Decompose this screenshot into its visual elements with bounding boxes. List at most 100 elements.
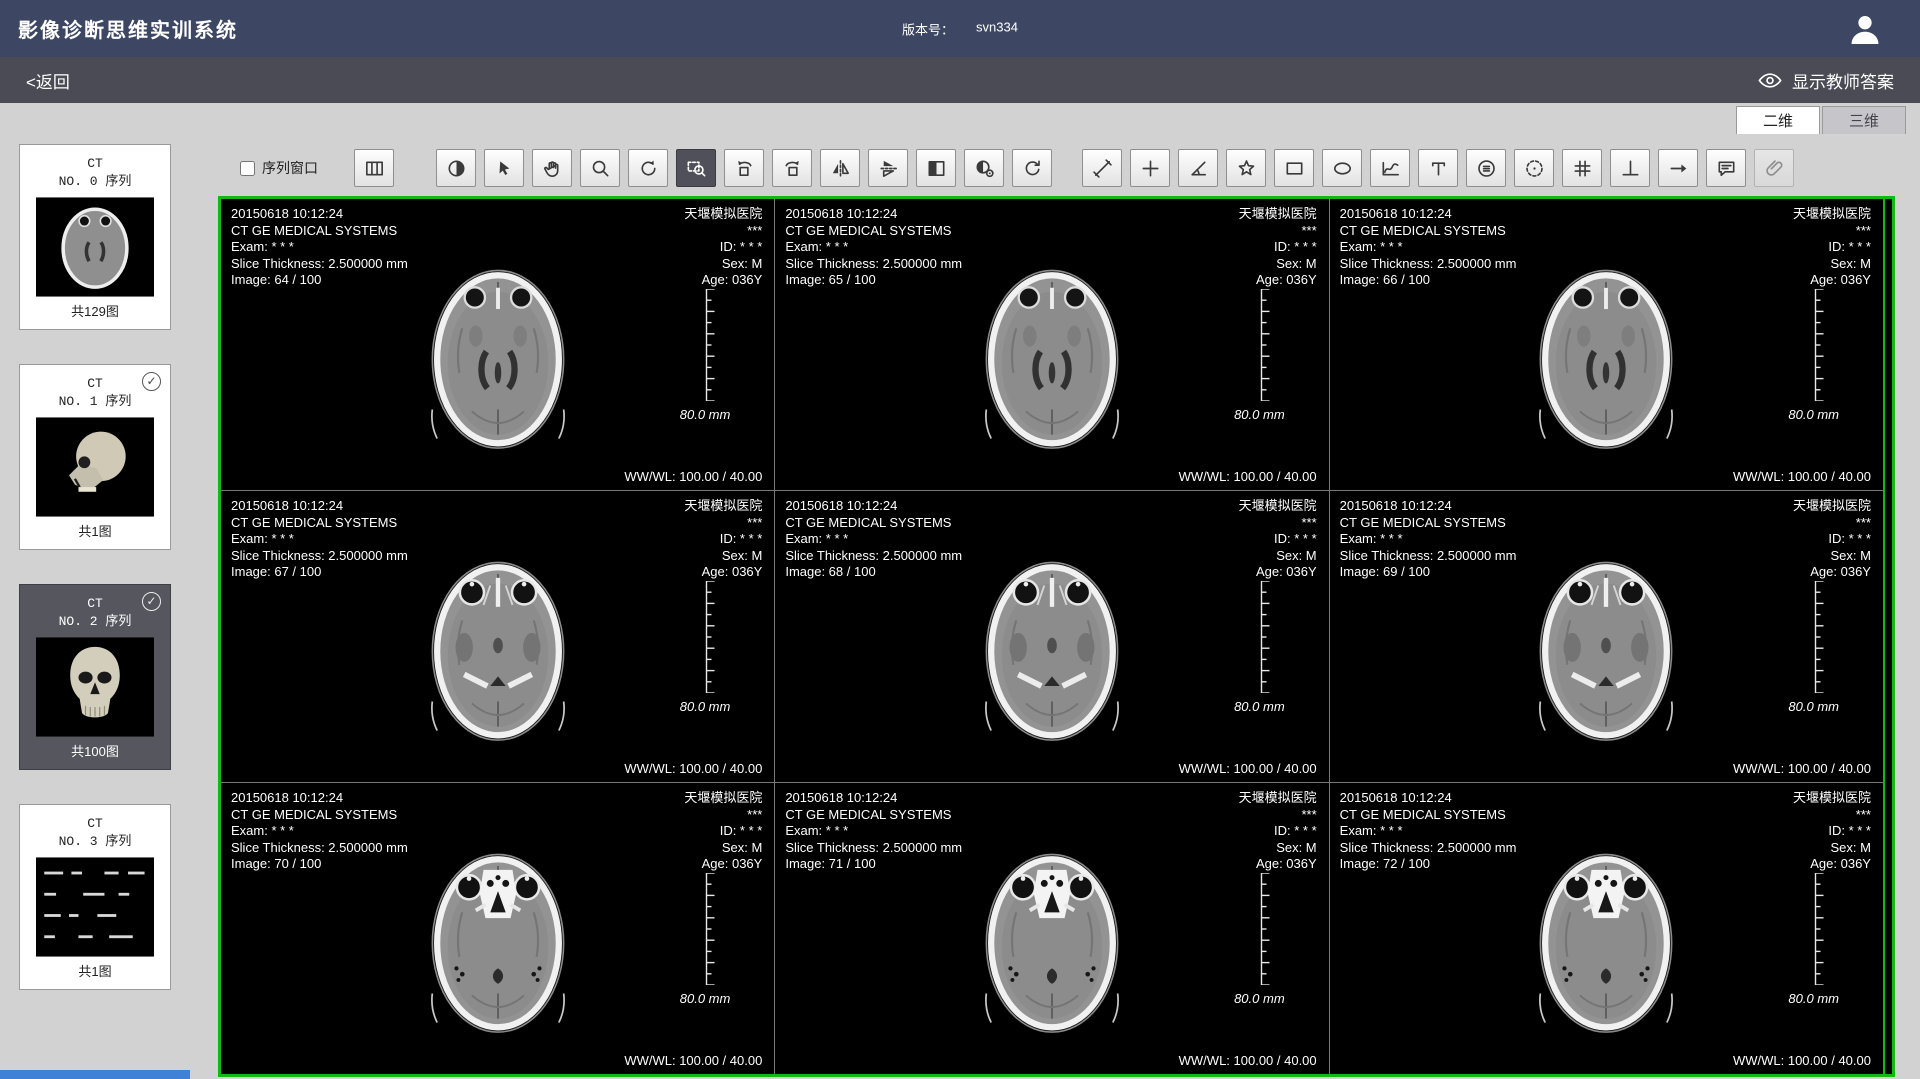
cell-manufacturer: CT GE MEDICAL SYSTEMS (1340, 515, 1517, 532)
cell-slice-thickness: Slice Thickness: 2.500000 mm (1340, 548, 1517, 565)
series-card[interactable]: ✓ CT NO. 1 序列 (19, 364, 171, 550)
tool-mark-star-button[interactable] (1226, 149, 1266, 187)
scale-label: 80.0 mm (1788, 407, 1839, 422)
tool-draw-rectangle-button[interactable] (1274, 149, 1314, 187)
series-thumbnail (36, 857, 154, 957)
ct-image (1524, 240, 1688, 467)
window-level-readout: WW/WL: 100.00 / 40.00 (624, 469, 762, 484)
draw-rectangle-icon (1283, 157, 1306, 180)
tool-perpendicular-button[interactable] (1610, 149, 1650, 187)
cell-age: Age: 036Y (684, 856, 762, 873)
tool-window-level-button[interactable] (436, 149, 476, 187)
tool-select-button[interactable] (484, 149, 524, 187)
annotation-tools-group (1082, 149, 1794, 187)
cell-datetime: 20150618 10:12:24 (785, 498, 962, 515)
tool-pan-button[interactable] (532, 149, 572, 187)
cell-slice-thickness: Slice Thickness: 2.500000 mm (785, 548, 962, 565)
cell-patient-id: ID: * * * (1793, 823, 1871, 840)
rotate-3d-icon (637, 157, 660, 180)
cell-patient-id: ID: * * * (684, 823, 762, 840)
tool-flip-horizontal-button[interactable] (820, 149, 860, 187)
series-count: 共129图 (26, 303, 164, 321)
ct-image (416, 240, 580, 467)
cell-exam: Exam: * * * (1340, 823, 1517, 840)
tab-3d[interactable]: 三维 (1822, 106, 1906, 134)
tool-window-preset-button[interactable] (964, 149, 1004, 187)
tool-rotate-90-ccw-button[interactable] (724, 149, 764, 187)
show-teacher-answer-button[interactable]: 显示教师答案 (1757, 68, 1894, 93)
cell-info-left: 20150618 10:12:24 CT GE MEDICAL SYSTEMS … (785, 498, 962, 581)
cell-image-index: Image: 72 / 100 (1340, 856, 1517, 873)
tool-grid-button[interactable] (1562, 149, 1602, 187)
back-button[interactable]: <返回 (26, 68, 70, 93)
tool-text-annotation-button[interactable] (1418, 149, 1458, 187)
viewport-cell[interactable]: 20150618 10:12:24 CT GE MEDICAL SYSTEMS … (1330, 491, 1883, 782)
sidebar-scrollbar[interactable] (0, 1070, 190, 1079)
cell-patient-id: ID: * * * (1239, 239, 1317, 256)
tab-2d[interactable]: 二维 (1736, 106, 1820, 134)
window-level-readout: WW/WL: 100.00 / 40.00 (1179, 1053, 1317, 1068)
cell-masked-name: *** (684, 807, 762, 824)
layout-grid-icon (363, 157, 386, 180)
cell-image-index: Image: 69 / 100 (1340, 564, 1517, 581)
series-card[interactable]: ✓ CT NO. 3 序列 (19, 804, 171, 990)
tool-layout-grid-button[interactable] (354, 149, 394, 187)
cell-image-index: Image: 71 / 100 (785, 856, 962, 873)
series-sidebar: ✓ CT NO. 0 序列 (0, 134, 190, 1079)
tool-rotate-3d-button[interactable] (628, 149, 668, 187)
rotate-90-ccw-icon (733, 157, 756, 180)
series-window-toggle[interactable]: 序列窗口 (240, 158, 318, 178)
scale-ruler-icon (1259, 581, 1271, 693)
tool-zoom-button[interactable] (580, 149, 620, 187)
tool-rotate-90-cw-button[interactable] (772, 149, 812, 187)
viewer: 20150618 10:12:24 CT GE MEDICAL SYSTEMS … (218, 196, 1895, 1077)
tool-roi-dashed-button[interactable] (1514, 149, 1554, 187)
cell-manufacturer: CT GE MEDICAL SYSTEMS (785, 807, 962, 824)
viewport-cell[interactable]: 20150618 10:12:24 CT GE MEDICAL SYSTEMS … (775, 783, 1328, 1074)
tool-paperclip-button[interactable] (1754, 149, 1794, 187)
series-card[interactable]: ✓ CT NO. 2 序列 (19, 584, 171, 770)
tool-measure-angle-button[interactable] (1178, 149, 1218, 187)
cell-manufacturer: CT GE MEDICAL SYSTEMS (1340, 807, 1517, 824)
viewport-cell[interactable]: 20150618 10:12:24 CT GE MEDICAL SYSTEMS … (775, 199, 1328, 490)
tool-invert-button[interactable] (916, 149, 956, 187)
viewport-cell[interactable]: 20150618 10:12:24 CT GE MEDICAL SYSTEMS … (221, 491, 774, 782)
tool-roi-stats-button[interactable] (1466, 149, 1506, 187)
series-checked-icon: ✓ (142, 372, 161, 391)
ct-image (970, 240, 1134, 467)
series-window-label: 序列窗口 (262, 158, 318, 178)
viewport-cell[interactable]: 20150618 10:12:24 CT GE MEDICAL SYSTEMS … (1330, 199, 1883, 490)
scale-ruler-icon (1813, 581, 1825, 693)
tool-comment-button[interactable] (1706, 149, 1746, 187)
window-level-readout: WW/WL: 100.00 / 40.00 (624, 1053, 762, 1068)
roi-stats-icon (1475, 157, 1498, 180)
cell-datetime: 20150618 10:12:24 (785, 206, 962, 223)
user-avatar[interactable] (1846, 10, 1884, 48)
viewport-cell[interactable]: 20150618 10:12:24 CT GE MEDICAL SYSTEMS … (221, 199, 774, 490)
tool-reset-button[interactable] (1012, 149, 1052, 187)
roi-dashed-icon (1523, 157, 1546, 180)
viewport-cell[interactable]: 20150618 10:12:24 CT GE MEDICAL SYSTEMS … (775, 491, 1328, 782)
series-window-checkbox[interactable] (240, 161, 255, 176)
viewer-scrollbar[interactable] (1883, 199, 1892, 1074)
scale-label: 80.0 mm (680, 699, 731, 714)
tool-zoom-region-button[interactable] (676, 149, 716, 187)
cell-masked-name: *** (684, 223, 762, 240)
tool-arrow-button[interactable] (1658, 149, 1698, 187)
viewport-cell[interactable]: 20150618 10:12:24 CT GE MEDICAL SYSTEMS … (1330, 783, 1883, 1074)
tool-curve-chart-button[interactable] (1370, 149, 1410, 187)
tool-draw-ellipse-button[interactable] (1322, 149, 1362, 187)
series-modality: CT (26, 815, 164, 833)
series-name: NO. 3 序列 (26, 833, 164, 851)
cell-datetime: 20150618 10:12:24 (231, 790, 408, 807)
viewport-cell[interactable]: 20150618 10:12:24 CT GE MEDICAL SYSTEMS … (221, 783, 774, 1074)
cell-masked-name: *** (1793, 807, 1871, 824)
cell-datetime: 20150618 10:12:24 (1340, 790, 1517, 807)
flip-vertical-icon (877, 157, 900, 180)
cell-info-right: 天堰模拟医院 *** ID: * * * Sex: M Age: 036Y (1793, 498, 1871, 581)
tool-measure-line-button[interactable] (1082, 149, 1122, 187)
tool-flip-vertical-button[interactable] (868, 149, 908, 187)
cell-patient-id: ID: * * * (684, 531, 762, 548)
series-card[interactable]: ✓ CT NO. 0 序列 (19, 144, 171, 330)
tool-crosshair-button[interactable] (1130, 149, 1170, 187)
